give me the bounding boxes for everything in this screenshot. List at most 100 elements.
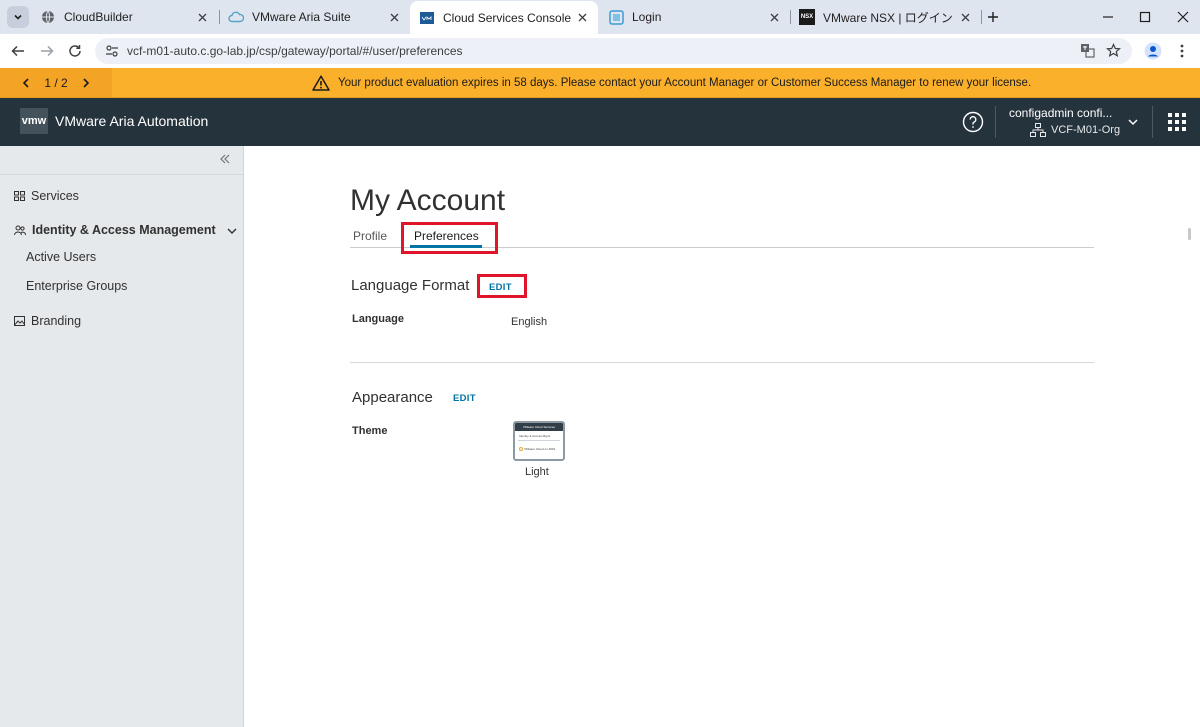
app-title[interactable]: VMware Aria Automation [55, 113, 208, 129]
reload-button[interactable] [66, 42, 84, 60]
new-tab-button[interactable] [984, 8, 1002, 26]
vmw-logo: vmw [20, 108, 48, 134]
users-icon [14, 225, 26, 235]
appearance-title: Appearance [352, 389, 433, 406]
arrow-right-icon [41, 45, 54, 57]
browser-toolbar: vcf-m01-auto.c.go-lab.jp/csp/gateway/por… [0, 34, 1200, 68]
edit-button-highlight [477, 274, 527, 298]
browser-tab-title: VMware Aria Suite [252, 10, 351, 24]
chevron-left-icon[interactable] [22, 77, 30, 88]
scrollbar-handle[interactable] [1188, 228, 1191, 240]
forward-button[interactable] [38, 42, 56, 60]
minimize-window-button[interactable] [1099, 8, 1117, 26]
org-name: VCF-M01-Org [1051, 124, 1121, 136]
banner-message: Your product evaluation expires in 58 da… [312, 68, 1031, 97]
reload-icon [69, 45, 81, 57]
maximize-window-button[interactable] [1136, 8, 1154, 26]
vmw-favicon-icon [419, 10, 435, 26]
thumbnail-text: VMware Cloud on AWS [524, 447, 556, 451]
image-icon [14, 316, 25, 326]
close-tab-icon[interactable] [194, 9, 210, 25]
cloud-icon [228, 9, 244, 25]
language-label: Language [352, 313, 404, 325]
close-tab-icon[interactable] [766, 9, 782, 25]
sidebar-item-enterprise-groups[interactable]: Enterprise Groups [26, 279, 127, 293]
thumbnail-header: VMware Cloud Services [515, 423, 563, 431]
chevron-down-icon [14, 14, 22, 20]
banner-pager: 1 / 2 [0, 68, 112, 97]
page-title: My Account [350, 184, 506, 217]
close-tab-icon[interactable] [574, 9, 590, 25]
language-format-title: Language Format [351, 277, 470, 294]
chevron-right-icon[interactable] [82, 77, 90, 88]
banner-page-count: 1 / 2 [44, 75, 68, 90]
sidebar-item-identity-access-management[interactable]: Identity & Access Management [14, 223, 216, 237]
warning-icon [312, 74, 330, 91]
tab-profile[interactable]: Profile [353, 229, 387, 243]
browser-tab-login[interactable]: Login [600, 4, 790, 30]
browser-tab-aria-suite[interactable]: VMware Aria Suite [220, 4, 410, 30]
sidebar-item-label: Services [31, 189, 79, 203]
sidebar-item-label: Active Users [26, 250, 97, 264]
login-favicon-icon [608, 9, 624, 25]
section-divider [350, 362, 1094, 363]
close-tab-icon[interactable] [957, 9, 973, 25]
light-theme-thumbnail[interactable]: VMware Cloud Services Identity & Access … [513, 421, 565, 461]
url-text: vcf-m01-auto.c.go-lab.jp/csp/gateway/por… [127, 44, 463, 58]
browser-tab-title: Cloud Services Console [443, 10, 572, 25]
evaluation-banner: 1 / 2 Your product evaluation expires in… [0, 68, 1200, 98]
site-info-icon[interactable] [105, 44, 119, 58]
browser-tab-cloud-services-console[interactable]: Cloud Services Console [410, 1, 598, 34]
browser-tab-title: VMware NSX | ログイン [823, 10, 953, 25]
org-switcher: VCF-M01-Org [1030, 123, 1120, 137]
app-header: vmw VMware Aria Automation configadmin c… [0, 98, 1200, 146]
collapse-sidebar-icon[interactable] [218, 152, 232, 166]
address-bar[interactable]: vcf-m01-auto.c.go-lab.jp/csp/gateway/por… [95, 38, 1132, 64]
services-grid-icon [14, 191, 25, 201]
arrow-left-icon [11, 45, 24, 57]
thumbnail-line [518, 440, 560, 441]
thumbnail-header-text: VMware Cloud Services [523, 425, 556, 429]
help-icon[interactable] [962, 111, 984, 133]
organization-icon [1030, 123, 1046, 137]
thumbnail-text: Identity & Access Mgmt [519, 434, 551, 438]
close-icon [1177, 11, 1189, 23]
maximize-icon [1139, 11, 1151, 23]
sidebar-item-label: Identity & Access Management [32, 223, 216, 237]
user-name: configadmin confi... [1009, 106, 1113, 120]
chevron-down-icon [1128, 119, 1138, 126]
banner-text: Your product evaluation expires in 58 da… [338, 76, 1032, 89]
preferences-tab-highlight [401, 222, 498, 254]
language-value: English [511, 316, 548, 328]
browser-tab-cloudbuilder[interactable]: CloudBuilder [32, 4, 218, 30]
minimize-icon [1103, 16, 1113, 18]
header-divider [1152, 106, 1153, 138]
chevron-down-icon[interactable] [226, 225, 238, 237]
appearance-edit-button[interactable]: EDIT [453, 393, 476, 404]
header-divider [995, 106, 996, 138]
plus-icon [988, 12, 998, 22]
profile-button[interactable] [1144, 42, 1162, 60]
sidebar-item-services[interactable]: Services [14, 189, 79, 203]
browser-menu-button[interactable] [1173, 42, 1191, 60]
close-tab-icon[interactable] [386, 9, 402, 25]
sidebar-divider [0, 174, 243, 175]
theme-value: Light [525, 466, 549, 478]
sidebar-item-active-users[interactable]: Active Users [26, 250, 96, 264]
browser-tab-title: CloudBuilder [64, 10, 133, 24]
tab-separator [981, 10, 982, 24]
close-window-button[interactable] [1174, 8, 1192, 26]
browser-tab-strip: CloudBuilder VMware Aria Suite Cloud Ser… [0, 0, 1200, 34]
avatar-icon [1144, 42, 1162, 60]
back-button[interactable] [9, 42, 27, 60]
translate-icon[interactable] [1080, 43, 1095, 58]
browser-tab-nsx[interactable]: NSX VMware NSX | ログイン [791, 4, 981, 30]
app-launcher-icon[interactable] [1167, 112, 1187, 132]
browser-tab-title: Login [632, 10, 662, 24]
sidebar: Services Identity & Access Management Ac… [0, 146, 244, 727]
tab-search-button[interactable] [7, 6, 29, 28]
kebab-menu-icon [1180, 44, 1184, 58]
nsx-favicon-icon: NSX [799, 9, 815, 25]
star-icon[interactable] [1106, 43, 1121, 58]
sidebar-item-branding[interactable]: Branding [14, 314, 81, 328]
